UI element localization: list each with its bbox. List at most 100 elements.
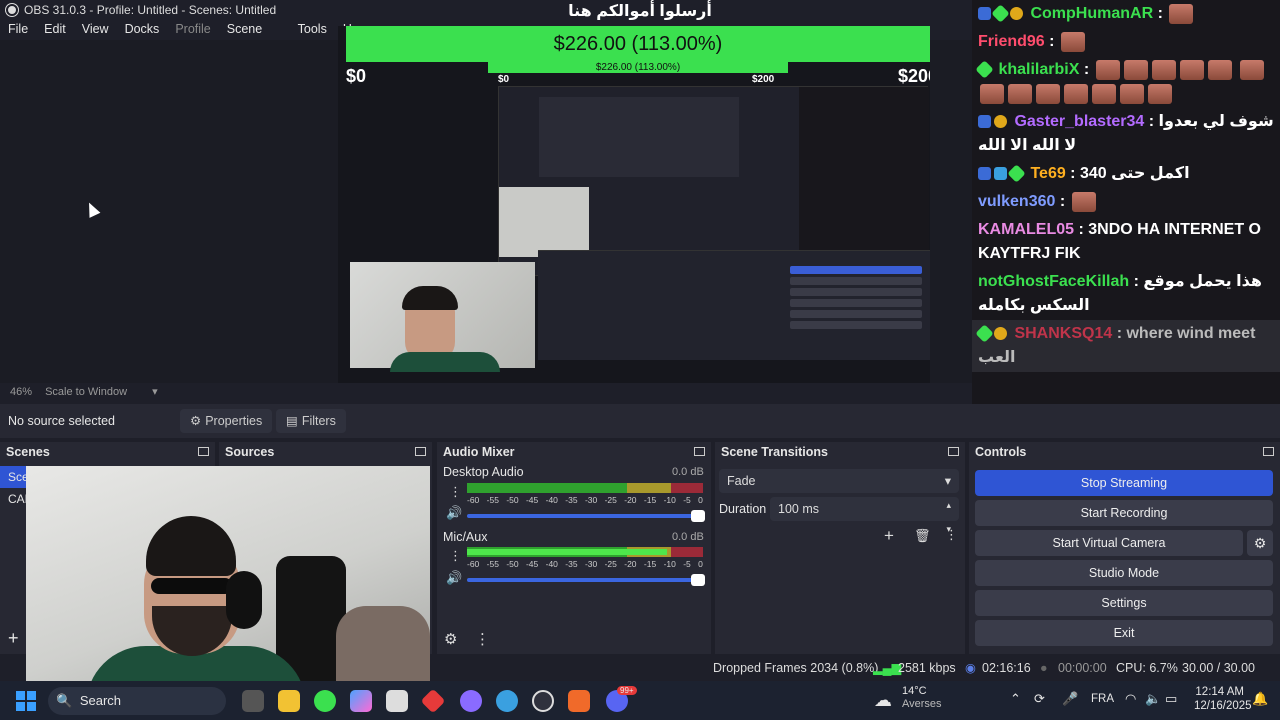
mic-aux-scale: -60 -55 -50 -45 -40 -35 -30 -25 -20 -15 -10 -5 0 xyxy=(467,559,703,569)
scene-transitions-title: Scene Transitions xyxy=(721,445,828,459)
mixer-settings-gear-icon[interactable]: ⚙ xyxy=(444,630,457,648)
window-titlebar: OBS 31.0.3 - Profile: Untitled - Scenes:… xyxy=(0,0,340,20)
chevron-down-icon: ▾ xyxy=(944,474,951,488)
weather-cloud-icon[interactable]: ☁ xyxy=(874,690,892,711)
emote-icon xyxy=(1169,3,1194,24)
zoom-percent: 46% xyxy=(10,386,33,398)
emote-icon xyxy=(1060,31,1085,52)
trash-icon[interactable]: 🗑 xyxy=(914,528,931,544)
chat-message: KAMALEL05 : 3NDO HA INTERNET O KAYTFRJ F… xyxy=(978,221,1261,262)
chat-message: Friend96 : xyxy=(972,28,1280,56)
chat-username: vulken360 xyxy=(978,193,1056,210)
menu-edit[interactable]: Edit xyxy=(36,20,74,38)
windows-start-icon[interactable] xyxy=(16,691,36,711)
stop-streaming-button[interactable]: Stop Streaming xyxy=(975,470,1273,496)
app-diamond-icon[interactable] xyxy=(420,688,446,714)
person-hair xyxy=(146,516,236,576)
record-time: 00:00:00 xyxy=(1058,661,1107,675)
clock[interactable]: 12:14 AM 12/16/2025 xyxy=(1194,685,1252,713)
chat-message: Te69 : اكمل حتى 340 xyxy=(972,160,1280,188)
badge-icon xyxy=(978,115,991,129)
microphone-icon[interactable]: 🎤 xyxy=(1062,691,1078,707)
properties-button[interactable]: ⚙ Properties xyxy=(180,409,273,433)
properties-label: Properties xyxy=(205,414,263,428)
add-scene-icon[interactable]: + xyxy=(8,628,19,649)
fader-handle[interactable] xyxy=(691,574,705,586)
sync-icon[interactable]: ⟳ xyxy=(1034,691,1045,707)
browser-icon[interactable] xyxy=(496,690,518,712)
store-icon[interactable] xyxy=(386,690,408,712)
undock-icon[interactable] xyxy=(1263,447,1274,456)
obs-logo-icon xyxy=(6,4,18,16)
search-icon: 🔍 xyxy=(56,693,73,708)
chat-app-icon[interactable] xyxy=(460,690,482,712)
nested-right-amount: $200 xyxy=(752,74,775,85)
menu-tools[interactable]: Tools xyxy=(290,20,335,38)
dropped-frames: Dropped Frames 2034 (0.8%) xyxy=(713,661,879,675)
xbox-icon[interactable] xyxy=(314,690,336,712)
undock-icon[interactable] xyxy=(948,447,959,456)
start-virtual-camera-button[interactable]: Start Virtual Camera xyxy=(975,530,1243,556)
kebab-menu-icon[interactable]: ⋮ xyxy=(449,484,462,500)
settings-button[interactable]: Settings xyxy=(975,590,1273,616)
menu-view[interactable]: View xyxy=(74,20,117,38)
studio-mode-button[interactable]: Studio Mode xyxy=(975,560,1273,586)
zoom-mode-select[interactable]: Scale to Window xyxy=(45,386,127,398)
chat-username: Gaster_blaster34 xyxy=(1014,113,1145,130)
task-view-icon[interactable] xyxy=(242,690,264,712)
chevron-up-icon[interactable]: ⌃ xyxy=(1010,691,1021,707)
language-indicator[interactable]: FRA xyxy=(1091,693,1114,705)
exit-button[interactable]: Exit xyxy=(975,620,1273,646)
duration-spinbox[interactable]: 100 ms ▴ ▾ xyxy=(770,497,959,534)
menu-profile[interactable]: Profile xyxy=(167,20,218,38)
nested-left-amount: $0 xyxy=(498,74,510,85)
stream-live-icon: ◉ xyxy=(965,661,976,675)
gem-badge-icon xyxy=(975,60,994,79)
add-transition-icon[interactable]: + xyxy=(884,526,894,546)
chat-text: اكمل حتى 340 xyxy=(1079,165,1190,182)
menu-docks[interactable]: Docks xyxy=(117,20,168,38)
fader-handle[interactable] xyxy=(691,510,705,522)
filters-button[interactable]: ▤ Filters xyxy=(276,409,346,433)
mic-aux-label: Mic/Aux xyxy=(443,530,488,544)
file-explorer-icon[interactable] xyxy=(278,690,300,712)
chevron-down-icon[interactable]: ▾ xyxy=(152,386,158,398)
speaker-icon[interactable]: 🔊 xyxy=(446,570,462,586)
menu-file[interactable]: File xyxy=(0,20,36,38)
start-recording-button[interactable]: Start Recording xyxy=(975,500,1273,526)
desktop-audio-fader[interactable] xyxy=(467,510,705,522)
zoom-row: 46% Scale to Window ▾ xyxy=(0,383,1280,401)
transition-select[interactable]: Fade ▾ xyxy=(719,469,959,493)
kebab-menu-icon[interactable]: ⋮ xyxy=(449,548,462,564)
donation-goal-banner: $226.00 (113.00%) xyxy=(346,26,930,62)
stream-preview[interactable]: $226.00 (113.00%) $0 $200 $226.00 (113.0… xyxy=(338,26,930,383)
battery-icon[interactable]: ▭ xyxy=(1165,691,1177,707)
weather-widget[interactable]: 14°C Averses xyxy=(902,685,942,711)
cpu-usage: CPU: 6.7% xyxy=(1116,661,1178,675)
desktop-audio-scale: -60 -55 -50 -45 -40 -35 -30 -25 -20 -15 -10 -5 0 xyxy=(467,495,703,505)
audio-mixer-title: Audio Mixer xyxy=(443,445,515,459)
stream-time: 02:16:16 xyxy=(982,661,1031,675)
volume-icon[interactable]: 🔈 xyxy=(1145,691,1161,707)
mixer-menu-icon[interactable]: ⋮ xyxy=(475,630,490,648)
nested-webcam-large xyxy=(350,262,535,372)
taskbar-search-box[interactable]: 🔍 Search xyxy=(48,687,226,715)
speaker-icon[interactable]: 🔊 xyxy=(446,505,462,521)
brave-icon[interactable] xyxy=(568,690,590,712)
undock-icon[interactable] xyxy=(694,447,705,456)
source-toolbar: No source selected ⚙ Properties ▤ Filters xyxy=(0,404,1280,438)
chat-message: SHANKSQ14 : where wind meet العب xyxy=(972,320,1280,372)
transition-menu-icon[interactable]: ⋮ xyxy=(945,527,958,543)
virtual-camera-settings-gear-icon[interactable]: ⚙ xyxy=(1247,530,1273,556)
status-bar: Dropped Frames 2034 (0.8%) ▂▄▆ 2581 kbps… xyxy=(430,656,1280,699)
wifi-icon[interactable]: ◠ xyxy=(1125,691,1136,707)
undock-icon[interactable] xyxy=(198,447,209,456)
transition-selected-value: Fade xyxy=(727,474,756,488)
menu-scene-collection[interactable]: Scene Collection xyxy=(219,20,290,54)
mic-aux-fader[interactable] xyxy=(467,574,705,586)
undock-icon[interactable] xyxy=(415,447,426,456)
notifications-bell-icon[interactable]: 🔔 xyxy=(1252,691,1268,707)
copilot-icon[interactable] xyxy=(350,690,372,712)
obs-taskbar-icon[interactable] xyxy=(532,690,554,712)
chat-overlay: CompHumanAR : Friend96 : khalilarbiX : G… xyxy=(972,0,1280,412)
